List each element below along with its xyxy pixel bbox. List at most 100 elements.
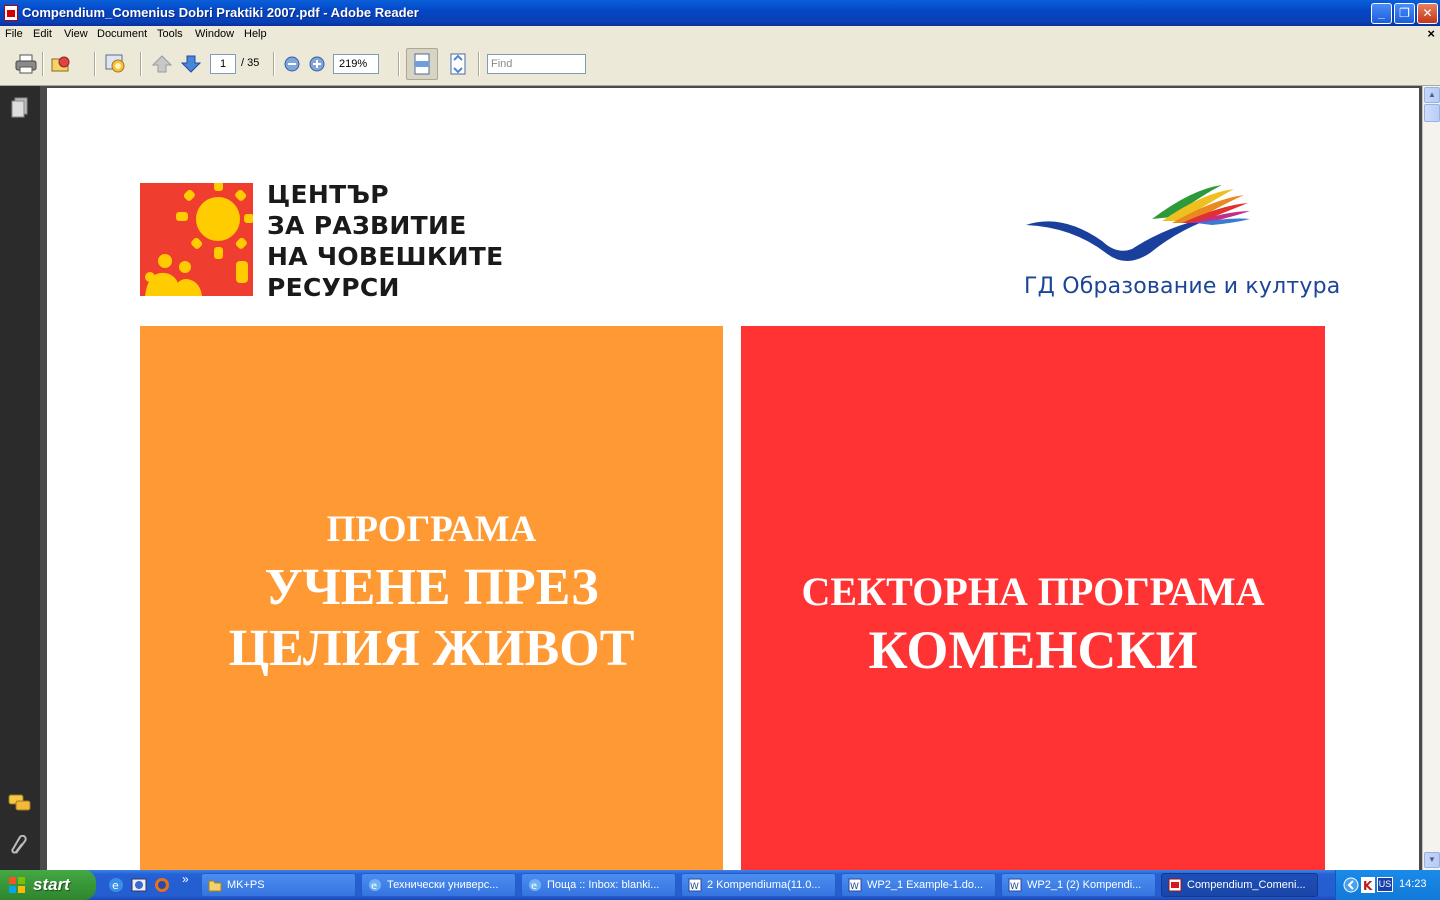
taskbar-button[interactable]: e Поща :: Inbox: blanki... [521,873,676,897]
ie-icon: e [529,879,541,892]
hrdc-sun-logo-icon [140,183,253,296]
pdf-page: ЦЕНТЪР ЗА РАЗВИТИЕ НА ЧОВЕШКИТЕ РЕСУРСИ … [47,88,1419,870]
minimize-button[interactable]: _ [1371,3,1392,24]
ie-quicklaunch-icon[interactable]: e [108,877,124,893]
toolbar-separator [398,52,400,76]
scroll-down-button[interactable]: ▼ [1424,852,1440,868]
pdf-icon [1168,878,1182,892]
menu-file[interactable]: File [5,28,23,40]
email-attach-icon[interactable] [50,52,74,76]
logo-line: ЦЕНТЪР [267,180,389,209]
taskbar-button-label: Поща :: Inbox: blanki... [547,879,660,891]
zoom-out-icon[interactable] [280,52,304,76]
svg-text:W: W [690,882,699,892]
block-heading: ПРОГРАМА [326,509,537,550]
start-button[interactable]: start [0,870,96,900]
taskbar-button-label: Технически универс... [387,879,499,891]
block-title-line: УЧЕНЕ ПРЕЗ [264,559,599,616]
logo-line: НА ЧОВЕШКИТЕ [267,242,504,271]
next-page-icon[interactable] [179,52,203,76]
logo-line: РЕСУРСИ [267,273,400,302]
navigation-panel [0,86,40,870]
menu-edit[interactable]: Edit [33,28,52,40]
word-icon: W [1008,878,1022,892]
menu-help[interactable]: Help [244,28,267,40]
close-button[interactable]: ✕ [1417,3,1438,24]
fit-page-icon[interactable] [446,52,470,76]
page-total: / 35 [241,57,260,69]
toolbar-separator [94,52,96,76]
system-tray: K US 14:23 [1335,870,1440,900]
quicklaunch-more[interactable]: » [182,872,189,886]
logo-line: ЗА РАЗВИТИЕ [267,211,467,240]
comments-panel-icon[interactable] [8,791,32,815]
find-input[interactable]: Find [487,54,586,74]
menu-window[interactable]: Window [195,28,234,40]
block-title-line: КОМЕНСКИ [868,620,1198,680]
taskbar-button-label: 2 Kompendiuma(11.0... [707,879,821,891]
taskbar-button[interactable]: e Технически универс... [361,873,516,897]
toolbar-separator [140,52,142,76]
restore-button[interactable]: ❐ [1394,3,1415,24]
tray-expand-icon[interactable] [1343,877,1359,893]
svg-text:W: W [850,882,859,892]
clock[interactable]: 14:23 [1399,878,1427,890]
lifelong-learning-block: ПРОГРАМА УЧЕНЕ ПРЕЗ ЦЕЛИЯ ЖИВОТ [140,326,723,870]
start-label: start [33,875,70,894]
ie-icon: e [369,879,381,892]
word-icon: W [848,878,862,892]
taskbar-button-label: WP2_1 (2) Kompendi... [1027,879,1142,891]
document-view[interactable]: ЦЕНТЪР ЗА РАЗВИТИЕ НА ЧОВЕШКИТЕ РЕСУРСИ … [40,86,1422,870]
page-number-input[interactable]: 1 [210,54,236,74]
taskbar-button[interactable]: MK+PS [201,873,356,897]
taskbar-button-label: Compendium_Comeni... [1187,879,1306,891]
vertical-scrollbar[interactable]: ▲ ▼ [1422,86,1440,870]
attachments-panel-icon[interactable] [8,834,32,858]
svg-text:K: K [1363,879,1373,893]
windows-flag-icon [9,877,25,893]
toolbar-separator [478,52,480,76]
zoom-input[interactable]: 219% [333,54,379,74]
print-icon[interactable] [14,52,38,76]
previous-page-icon[interactable] [150,52,174,76]
taskbar: start e » MK+PS e Технически универс... … [0,870,1440,900]
svg-text:e: e [371,881,377,892]
scroll-up-button[interactable]: ▲ [1424,87,1440,103]
scroll-thumb[interactable] [1424,104,1440,122]
eu-bird-logo-icon [1022,183,1272,273]
block-heading: СЕКТОРНА ПРОГРАМА [801,569,1265,614]
folder-icon [208,880,222,892]
menu-bar: File Edit View Document Tools Window Hel… [0,26,1440,44]
outlook-quicklaunch-icon[interactable] [131,877,147,893]
svg-text:e: e [531,881,537,892]
window-title: Compendium_Comenius Dobri Praktiki 2007.… [22,5,419,20]
zoom-in-icon[interactable] [305,52,329,76]
word-icon: W [688,878,702,892]
firefox-quicklaunch-icon[interactable] [154,877,170,893]
toolbar-separator [273,52,275,76]
menu-view[interactable]: View [64,28,88,40]
fit-width-icon[interactable] [406,48,438,80]
title-bar: Compendium_Comenius Dobri Praktiki 2007.… [0,0,1440,26]
kaspersky-icon[interactable]: K [1361,877,1375,893]
menu-document[interactable]: Document [97,28,147,40]
adobe-reader-icon [4,5,18,21]
block-title-line: ЦЕЛИЯ ЖИВОТ [228,620,635,677]
document-close-button[interactable]: × [1427,26,1435,41]
menu-tools[interactable]: Tools [157,28,183,40]
comenius-block: СЕКТОРНА ПРОГРАМА КОМЕНСКИ [741,326,1325,870]
taskbar-button-label: WP2_1 Example-1.do... [867,879,984,891]
keyboard-language-indicator[interactable]: US [1377,877,1393,892]
taskbar-button-active[interactable]: Compendium_Comeni... [1161,873,1318,897]
taskbar-button[interactable]: W 2 Kompendiuma(11.0... [681,873,836,897]
toolbar-separator [42,52,44,76]
taskbar-button[interactable]: W WP2_1 (2) Kompendi... [1001,873,1156,897]
taskbar-button-label: MK+PS [227,879,265,891]
eu-logo-caption: ГД Образование и култура [1024,274,1341,299]
svg-text:e: e [112,879,119,892]
hrdc-logo-text: ЦЕНТЪР ЗА РАЗВИТИЕ НА ЧОВЕШКИТЕ РЕСУРСИ [267,179,504,303]
pages-panel-icon[interactable] [8,96,32,120]
taskbar-button[interactable]: W WP2_1 Example-1.do... [841,873,996,897]
search-document-icon[interactable] [104,52,128,76]
svg-text:W: W [1010,882,1019,892]
